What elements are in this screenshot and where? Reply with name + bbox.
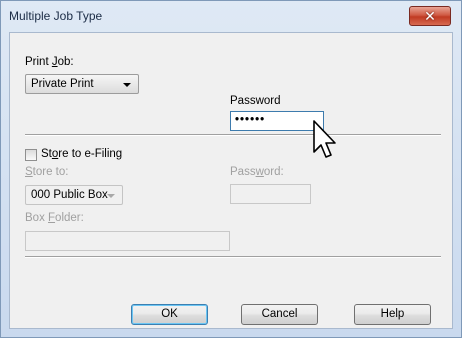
box-folder-field[interactable]: [25, 231, 230, 251]
print-job-selected: Private Print: [31, 78, 94, 90]
window-title: Multiple Job Type: [9, 9, 103, 23]
ok-button[interactable]: OK: [131, 304, 208, 325]
store-to-selected: 000 Public Box: [31, 189, 108, 201]
separator: [25, 256, 441, 258]
store-to-efiling-label: Store to e-Filing: [41, 148, 123, 160]
separator: [25, 134, 441, 136]
efiling-password-label: Password:: [230, 166, 284, 178]
title-bar[interactable]: Multiple Job Type ✕: [1, 1, 461, 31]
close-button[interactable]: ✕: [409, 6, 451, 26]
store-to-dropdown[interactable]: 000 Public Box: [25, 185, 123, 205]
efiling-password-field[interactable]: [230, 184, 311, 204]
arrow-cursor-icon: [313, 120, 336, 158]
chevron-down-icon: [107, 194, 115, 198]
chevron-down-icon: [123, 83, 131, 87]
close-icon: ✕: [424, 8, 436, 24]
password-field[interactable]: ••••••: [230, 111, 324, 131]
store-to-label: Store to:: [25, 166, 69, 178]
dialog-window: Multiple Job Type ✕ Print Job: Private P…: [0, 0, 462, 338]
password-label: Password: [230, 95, 281, 107]
password-value: ••••••: [235, 114, 266, 126]
store-to-efiling-checkbox[interactable]: [25, 149, 37, 161]
cancel-button[interactable]: Cancel: [241, 304, 318, 325]
print-job-label: Print Job:: [25, 56, 74, 68]
print-job-dropdown[interactable]: Private Print: [25, 74, 139, 94]
help-button[interactable]: Help: [354, 304, 431, 325]
box-folder-label: Box Folder:: [25, 212, 84, 224]
dialog-content: Print Job: Private Print Password ••••••…: [9, 32, 453, 329]
